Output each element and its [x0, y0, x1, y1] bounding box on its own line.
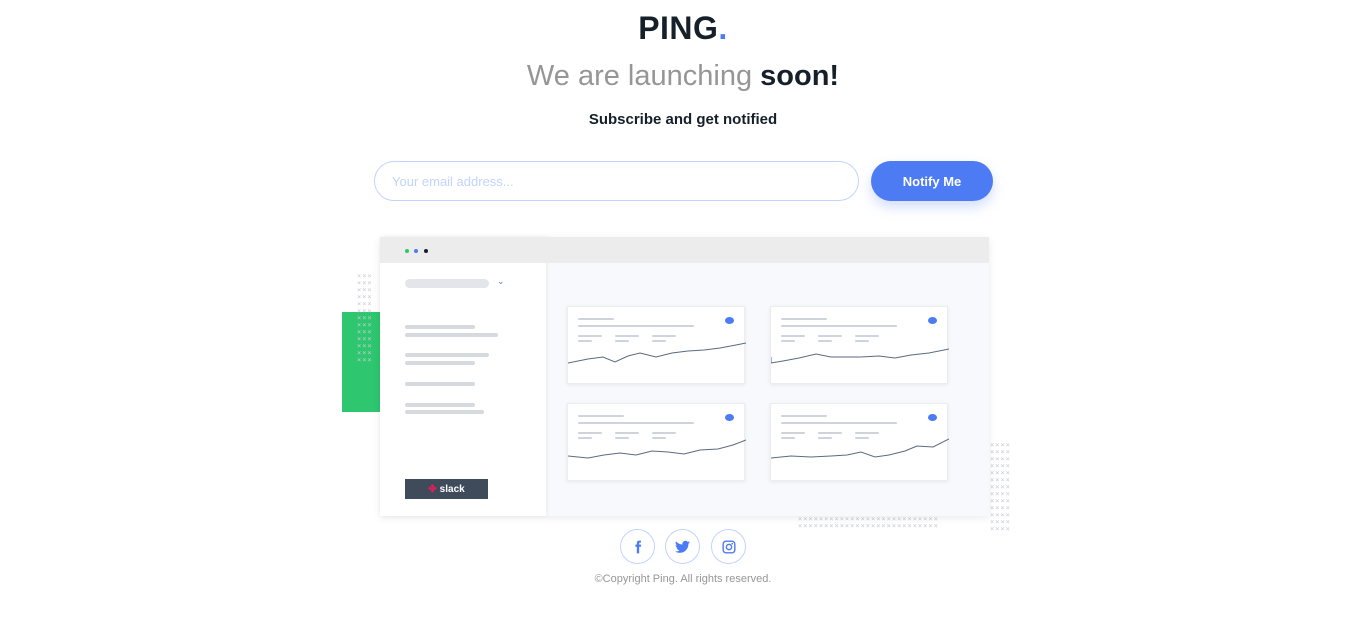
- card-line: [615, 437, 629, 439]
- card-line: [652, 432, 676, 434]
- browser-window: ⌄ ✤ slack: [380, 237, 989, 516]
- card-line: [615, 340, 629, 342]
- dot-pattern-right: ×××× ×××× ×××× ×××× ×××× ×××× ×××× ×××× …: [990, 442, 1011, 533]
- twitter-link[interactable]: [665, 529, 700, 564]
- card-line: [855, 340, 869, 342]
- sidebar-line: [405, 333, 498, 337]
- card-line: [652, 437, 666, 439]
- card-line: [578, 422, 694, 424]
- card-line: [578, 325, 694, 327]
- window-dot-dark: [424, 249, 428, 253]
- slack-badge: ✤ slack: [405, 479, 488, 499]
- card-line: [781, 415, 827, 417]
- check-icon: [928, 317, 937, 324]
- facebook-icon: [634, 540, 641, 553]
- card-line: [578, 437, 592, 439]
- check-icon: [725, 414, 734, 421]
- card-line: [578, 335, 602, 337]
- notify-me-button[interactable]: Notify Me: [871, 161, 993, 201]
- brand-name: PING: [638, 10, 719, 46]
- dot-pattern-left: ××× ××× ××× ××× ××× ××× ××× ××× ××× ××× …: [357, 273, 373, 364]
- card-line: [781, 335, 805, 337]
- chart-card: [770, 403, 949, 481]
- dot-pattern-bottom: ××××××××××××××××××××××××××× ××××××××××××…: [798, 516, 939, 530]
- sidebar-panel: ⌄ ✤ slack: [380, 237, 546, 516]
- card-line: [578, 432, 602, 434]
- chart-card: [567, 403, 746, 481]
- card-line: [615, 335, 639, 337]
- brand-logo: PING.: [0, 10, 1366, 47]
- page-headline: We are launching soon!: [0, 60, 1366, 93]
- twitter-icon: [675, 540, 690, 553]
- check-icon: [928, 414, 937, 421]
- sparkline: [568, 342, 746, 364]
- sidebar-line: [405, 403, 475, 407]
- sidebar-line: [405, 382, 475, 386]
- card-line: [855, 432, 879, 434]
- email-input[interactable]: [374, 161, 859, 201]
- copyright-text: ©Copyright Ping. All rights reserved.: [594, 573, 772, 585]
- brand-dot: .: [718, 10, 728, 46]
- sidebar-title-placeholder: [405, 279, 489, 288]
- headline-light: We are launching: [526, 60, 761, 92]
- card-line: [855, 437, 869, 439]
- sidebar-line: [405, 353, 489, 357]
- card-line: [578, 415, 624, 417]
- card-line: [652, 335, 676, 337]
- card-line: [818, 335, 842, 337]
- window-titlebar: [380, 237, 989, 263]
- sidebar-line: [405, 361, 475, 365]
- sidebar-line: [405, 325, 475, 329]
- chart-card: [770, 306, 949, 384]
- card-line: [818, 437, 832, 439]
- chart-card: [567, 306, 746, 384]
- card-line: [578, 340, 592, 342]
- card-line: [818, 432, 842, 434]
- sparkline: [771, 348, 949, 364]
- card-line: [818, 340, 832, 342]
- card-line: [781, 432, 805, 434]
- sparkline: [568, 439, 746, 459]
- card-line: [578, 318, 614, 320]
- card-line: [781, 340, 795, 342]
- chevron-down-icon: ⌄: [497, 276, 505, 286]
- card-line: [615, 432, 639, 434]
- check-icon: [725, 317, 734, 324]
- green-accent-block: [342, 312, 386, 412]
- sidebar-line: [405, 410, 484, 414]
- card-line: [781, 437, 795, 439]
- window-dot-blue: [414, 249, 418, 253]
- card-line: [781, 325, 897, 327]
- sparkline: [771, 438, 949, 459]
- subheading: Subscribe and get notified: [588, 111, 778, 128]
- card-line: [855, 335, 879, 337]
- card-line: [781, 422, 897, 424]
- headline-bold: soon!: [760, 60, 840, 92]
- card-line: [781, 318, 827, 320]
- card-line: [652, 340, 666, 342]
- slack-label: slack: [439, 483, 465, 495]
- instagram-link[interactable]: [711, 529, 746, 564]
- window-dot-green: [405, 249, 409, 253]
- facebook-link[interactable]: [620, 529, 655, 564]
- slack-icon: ✤: [428, 483, 437, 495]
- instagram-icon: [721, 539, 736, 554]
